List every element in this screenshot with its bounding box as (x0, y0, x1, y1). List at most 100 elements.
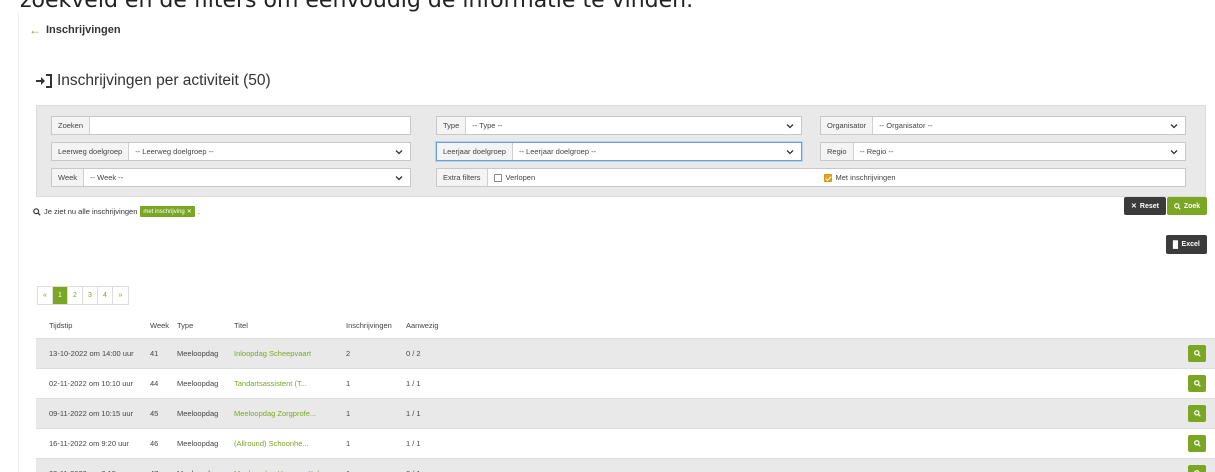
view-button[interactable] (1188, 345, 1206, 362)
pagination-next[interactable]: » (113, 287, 128, 304)
cell-aanwezig: 2 / 1 (406, 459, 421, 472)
extra-filters-label: Extra filters (437, 169, 488, 186)
search-icon (1193, 380, 1201, 387)
cell-week: 47 (150, 459, 158, 472)
search-icon (33, 207, 41, 216)
cell-inschrijvingen: 1 (346, 459, 350, 472)
verlopen-checkbox[interactable]: Verlopen (488, 169, 818, 186)
pagination-page-4[interactable]: 4 (98, 287, 113, 304)
excel-button[interactable]: ▉ Excel (1166, 235, 1207, 254)
regio-select[interactable]: Regio -- Regio -- (820, 142, 1186, 161)
cell-tijdstip: 13-10-2022 om 14:00 uur (49, 349, 134, 358)
leerweg-select[interactable]: Leerweg doelgroep -- Leerweg doelgroep -… (51, 142, 411, 161)
met-inschrijvingen-checkbox[interactable]: Met inschrijvingen (818, 169, 1185, 186)
app-window: ← Inschrijvingen Inschrijvingen per acti… (18, 13, 1215, 472)
registrations-table: Tijdstip Week Type Titel Inschrijvingen … (36, 313, 1215, 472)
search-icon (1193, 440, 1201, 447)
week-select[interactable]: Week -- Week -- (51, 168, 411, 187)
table-row: 16-11-2022 om 9:20 uur 46 Meeloopdag (Al… (36, 428, 1215, 458)
cell-inschrijvingen: 1 (346, 379, 351, 388)
leerjaar-select[interactable]: Leerjaar doelgroep -- Leerjaar doelgroep… (436, 142, 802, 161)
cell-tijdstip: 02-11-2022 om 10:10 uur (49, 379, 134, 388)
zoek-button[interactable]: Zoek (1167, 197, 1207, 215)
filter-panel: Zoeken Type -- Type -- Organisator -- Or… (36, 105, 1206, 197)
search-input[interactable] (90, 117, 410, 134)
close-icon[interactable]: ✕ (187, 208, 192, 215)
pagination: « 1 2 3 4 » (37, 286, 129, 305)
table-row: 13-10-2022 om 14:00 uur 41 Meeloopdag In… (36, 338, 1215, 368)
table-row: 22-11-2022 om 8:15 uur 47 Meeloopdag Mee… (36, 458, 1215, 472)
cell-aanwezig: 0 / 2 (406, 349, 421, 358)
document-caption: zoekveld en de filters om eenvoudig de i… (20, 0, 694, 13)
week-label: Week (52, 169, 85, 186)
chevron-down-icon (1170, 124, 1178, 129)
cell-week: 44 (150, 379, 159, 388)
verlopen-label: Verlopen (505, 173, 536, 182)
pagination-page-2[interactable]: 2 (68, 287, 83, 304)
search-icon (1193, 410, 1201, 417)
cell-titel-link[interactable]: (Allround) Schoonhe... (234, 429, 309, 458)
type-select[interactable]: Type -- Type -- (436, 116, 802, 135)
chevron-down-icon (395, 176, 403, 181)
view-button[interactable] (1188, 435, 1206, 452)
cell-titel-link[interactable]: Inloopdag Scheepvaart (234, 339, 311, 368)
col-type: Type (177, 321, 194, 330)
search-icon (1173, 202, 1181, 210)
file-icon: ▉ (1173, 241, 1179, 249)
cell-titel-link[interactable]: Meeloopdag Zorgprofe... (234, 399, 316, 428)
pagination-page-3[interactable]: 3 (83, 287, 98, 304)
cell-type: Meeloopdag (177, 439, 219, 448)
regio-value: -- Regio -- (859, 147, 894, 156)
excel-label: Excel (1181, 241, 1200, 248)
view-button[interactable] (1188, 405, 1206, 422)
leerjaar-label: Leerjaar doelgroep (437, 143, 513, 160)
cell-week: 46 (150, 439, 159, 448)
view-button[interactable] (1188, 465, 1206, 472)
cell-inschrijvingen: 1 (346, 439, 351, 448)
sign-in-icon (36, 74, 52, 88)
active-filter-tag-label: met inschrijving (143, 208, 185, 215)
regio-label: Regio (821, 143, 854, 160)
checkbox-checked-icon (823, 173, 832, 182)
organisator-label: Organisator (821, 117, 874, 134)
active-filter-tag[interactable]: met inschrijving ✕ (140, 206, 195, 217)
col-week: Week (150, 321, 170, 330)
cell-type: Meeloopdag (177, 409, 219, 418)
cell-titel-link[interactable]: Meeloopdag Horeca - Kok (234, 459, 321, 472)
cell-week: 41 (150, 349, 159, 358)
leerweg-value: -- Leerweg doelgroep -- (135, 147, 214, 156)
page-title-text: Inschrijvingen per activiteit (50) (57, 72, 271, 89)
reset-button[interactable]: ✕ Reset (1124, 197, 1166, 215)
leerweg-label: Leerweg doelgroep (52, 143, 130, 160)
close-icon: ✕ (1131, 203, 1137, 210)
view-button[interactable] (1188, 375, 1206, 392)
leerjaar-value: -- Leerjaar doelgroep -- (518, 147, 597, 156)
pagination-prev[interactable]: « (38, 287, 53, 304)
table-row: 09-11-2022 om 10:15 uur 45 Meeloopdag Me… (36, 398, 1215, 428)
table-header: Tijdstip Week Type Titel Inschrijvingen … (36, 313, 1215, 338)
filter-info-text: Je ziet nu alle inschrijvingen (44, 207, 138, 216)
organisator-select[interactable]: Organisator -- Organisator -- (820, 116, 1186, 135)
page-title: Inschrijvingen per activiteit (50) (35, 72, 271, 90)
col-aanwezig: Aanwezig (406, 321, 439, 330)
filter-info: Je ziet nu alle inschrijvingen met insch… (33, 206, 200, 217)
organisator-value: -- Organisator -- (879, 121, 933, 130)
zoek-label: Zoek (1183, 202, 1201, 210)
cell-aanwezig: 1 / 1 (406, 409, 421, 418)
back-label: Inschrijvingen (46, 24, 121, 36)
cell-tijdstip: 22-11-2022 om 8:15 uur (49, 459, 129, 472)
cell-titel-link[interactable]: Tandartsassistent (T... (234, 369, 307, 398)
search-field[interactable]: Zoeken (51, 116, 411, 135)
pagination-page-1[interactable]: 1 (53, 287, 68, 304)
type-label: Type (437, 117, 467, 134)
back-link[interactable]: ← Inschrijvingen (29, 23, 121, 37)
col-inschrijvingen: Inschrijvingen (346, 321, 392, 330)
cell-aanwezig: 1 / 1 (406, 379, 421, 388)
search-label: Zoeken (52, 117, 91, 134)
chevron-down-icon (786, 150, 794, 155)
cell-type: Meeloopdag (177, 379, 219, 388)
week-value: -- Week -- (90, 173, 124, 182)
back-arrow-icon: ← (29, 23, 41, 37)
cell-tijdstip: 16-11-2022 om 9:20 uur (49, 439, 129, 448)
col-tijdstip: Tijdstip (49, 321, 73, 330)
